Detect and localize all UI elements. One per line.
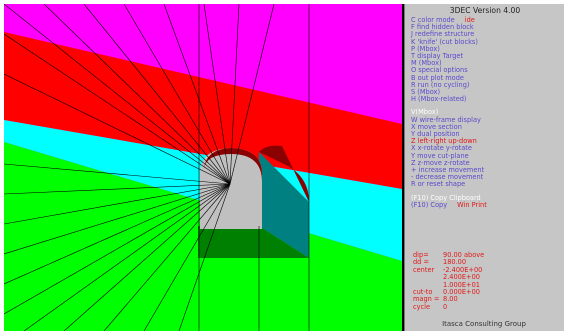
readout-row: center -2.400E+00 [413, 265, 563, 274]
menu-item-label: R or reset shape [411, 180, 466, 189]
readout-label: center [413, 265, 435, 274]
readout-row: 1.000E+01 [413, 281, 563, 289]
model-viewport[interactable] [4, 4, 404, 331]
command-panel: 3DEC Version 4.00 C color mode ide F find … [404, 4, 564, 331]
menu-item-label: (F10) Copy [411, 200, 448, 209]
menu-item[interactable]: R or reset shape [411, 181, 564, 188]
menu-item-label: H (Mbox-related) [411, 95, 467, 104]
readout-row: dd = 180.00 [413, 258, 563, 266]
readout-row: dip= 90.00 above [413, 251, 563, 259]
readout-value: 0 [443, 302, 448, 311]
app-title: 3DEC Version 4.00 [449, 6, 521, 15]
menu-item[interactable]: (F10) Copy Win Print [411, 200, 564, 209]
company-footer: Itasca Consulting Group [442, 320, 526, 328]
readout-label: cycle [413, 302, 431, 311]
3d-block-model[interactable] [4, 4, 402, 331]
command-menu: C color mode ide F find hidden block J rede… [411, 16, 564, 209]
menu-item-value: Win Print [457, 200, 487, 209]
readout-row: cycle 0 [413, 302, 563, 311]
3dec-window: 3DEC Version 4.00 C color mode ide F find … [0, 0, 568, 335]
menu-item[interactable]: H (Mbox-related) [411, 96, 564, 103]
readout-row: magn = 8.00 [413, 296, 563, 304]
view-parameters-readout: dip= 90.00 above dd = 180.00 center -2.400E+0… [413, 251, 563, 311]
readout-row: 2.400E+00 [413, 274, 563, 281]
